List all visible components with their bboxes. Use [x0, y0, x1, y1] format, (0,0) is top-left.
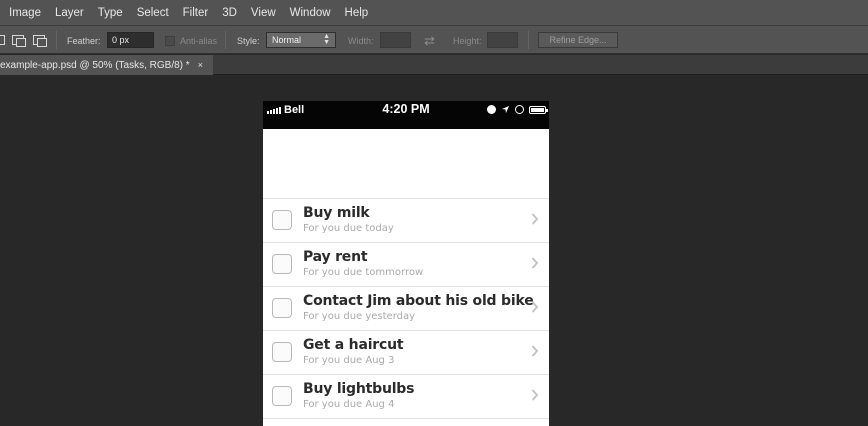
height-input[interactable]: [487, 32, 518, 48]
task-subtitle: For you due Aug 4: [303, 399, 395, 410]
status-icons: [487, 101, 548, 118]
task-checkbox[interactable]: [272, 298, 292, 318]
task-row[interactable]: Get a haircut For you due Aug 3: [263, 331, 549, 375]
menu-view[interactable]: View: [244, 7, 283, 19]
refine-edge-button[interactable]: Refine Edge...: [538, 32, 618, 48]
menu-help[interactable]: Help: [338, 7, 376, 19]
divider: [56, 31, 57, 49]
document-tab-bar: example-app.psd @ 50% (Tasks, RGB/8) * ×: [0, 55, 868, 75]
close-icon[interactable]: ×: [198, 60, 203, 70]
task-title: Buy lightbulbs: [303, 381, 415, 397]
divider: [225, 31, 226, 49]
menu-layer[interactable]: Layer: [48, 7, 91, 19]
add-to-selection-icon[interactable]: [12, 35, 26, 47]
feather-label: Feather:: [67, 35, 101, 46]
task-row[interactable]: Buy lightbulbs For you due Aug 4: [263, 375, 549, 419]
new-selection-icon[interactable]: [0, 35, 5, 45]
task-row[interactable]: Pay rent For you due tommorrow: [263, 243, 549, 287]
menu-bar: Image Layer Type Select Filter 3D View W…: [0, 0, 868, 25]
menu-3d[interactable]: 3D: [215, 7, 244, 19]
style-select-value: Normal: [272, 35, 302, 45]
divider: [528, 31, 529, 49]
task-title: Buy milk: [303, 205, 370, 221]
task-checkbox[interactable]: [272, 210, 292, 230]
task-subtitle: For you due tommorrow: [303, 267, 424, 278]
chevron-right-icon: [531, 213, 539, 225]
menu-type[interactable]: Type: [91, 7, 130, 19]
task-subtitle: For you due today: [303, 223, 394, 234]
task-checkbox[interactable]: [272, 254, 292, 274]
chevron-right-icon: [531, 301, 539, 313]
task-row[interactable]: Buy milk For you due today: [263, 199, 549, 243]
menu-select[interactable]: Select: [130, 7, 176, 19]
height-label: Height:: [453, 35, 482, 46]
task-title: Get a haircut: [303, 337, 404, 353]
subtract-selection-icon[interactable]: [33, 35, 47, 47]
alarm-icon: [487, 105, 496, 114]
task-row[interactable]: Contact Jim about his old bike For you d…: [263, 287, 549, 331]
chevron-right-icon: [531, 257, 539, 269]
anti-alias-checkbox[interactable]: [165, 36, 175, 46]
chevron-right-icon: [531, 345, 539, 357]
task-checkbox[interactable]: [272, 342, 292, 362]
status-bar: Bell 4:20 PM: [263, 101, 549, 129]
style-label: Style:: [237, 35, 260, 46]
chevron-right-icon: [531, 389, 539, 401]
document-tab[interactable]: example-app.psd @ 50% (Tasks, RGB/8) * ×: [0, 55, 213, 75]
nav-header: [263, 129, 549, 199]
select-arrows-icon: ▲ ▼: [323, 33, 330, 46]
task-subtitle: For you due Aug 3: [303, 355, 395, 366]
task-title: Pay rent: [303, 249, 368, 265]
width-input[interactable]: [380, 32, 411, 48]
options-bar: Feather: 0 px Anti-alias Style: Normal ▲…: [0, 25, 868, 54]
location-icon: [501, 105, 510, 114]
swap-icon[interactable]: ⇄: [424, 26, 435, 55]
phone-mockup: Bell 4:20 PM Buy milk For you due today …: [263, 101, 549, 426]
document-tab-label: example-app.psd @ 50% (Tasks, RGB/8) *: [0, 59, 190, 71]
menu-window[interactable]: Window: [283, 7, 338, 19]
anti-alias-label: Anti-alias: [180, 35, 218, 46]
menu-filter[interactable]: Filter: [176, 7, 216, 19]
menu-image[interactable]: Image: [0, 7, 48, 19]
task-checkbox[interactable]: [272, 386, 292, 406]
task-title: Contact Jim about his old bike: [303, 293, 534, 309]
battery-icon: [529, 105, 548, 114]
width-label: Width:: [348, 35, 374, 46]
feather-input[interactable]: 0 px: [107, 32, 154, 48]
style-select[interactable]: Normal ▲ ▼: [266, 32, 336, 48]
rotation-lock-icon: [515, 105, 524, 114]
task-subtitle: For you due yesterday: [303, 311, 416, 322]
